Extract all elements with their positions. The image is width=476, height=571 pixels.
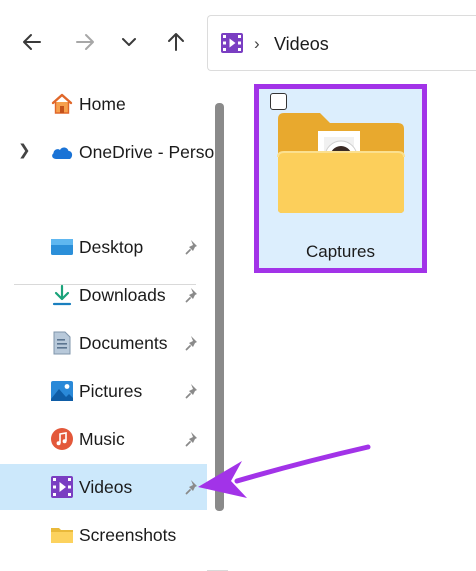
videos-icon [51, 476, 73, 498]
sidebar-item-home[interactable]: Home [0, 81, 207, 127]
sidebar-item-desktop[interactable]: Desktop [0, 224, 207, 270]
videos-folder-icon [221, 33, 243, 53]
pin-icon[interactable] [184, 238, 202, 256]
toolbar: › Videos [0, 0, 476, 86]
back-button[interactable] [17, 26, 47, 58]
folder-name: Captures [306, 242, 375, 261]
sidebar-item-music[interactable]: Music [0, 416, 207, 462]
arrow-left-icon [23, 34, 41, 50]
pictures-icon [51, 381, 73, 401]
sidebar-scrollbar[interactable] [215, 103, 224, 511]
sidebar-item-label: Downloads [79, 285, 166, 305]
desktop-icon [51, 239, 73, 255]
sidebar-item-label: Home [79, 94, 126, 114]
arrow-up-icon [168, 33, 184, 51]
sidebar-item-label: Pictures [79, 381, 143, 401]
sidebar-item-label: Videos [79, 477, 133, 497]
folder-with-video-icon [277, 113, 405, 213]
sidebar-item-label: Music [79, 429, 125, 449]
address-bar[interactable]: › Videos [207, 15, 476, 71]
up-button[interactable] [161, 26, 191, 58]
folder-icon [51, 528, 73, 543]
pin-icon[interactable] [184, 286, 202, 304]
sidebar-item-pictures[interactable]: Pictures [0, 368, 207, 414]
folder-tile-captures[interactable]: Captures [254, 84, 427, 273]
breadcrumb-separator: › [254, 34, 260, 53]
download-icon [52, 284, 72, 306]
forward-button[interactable] [70, 26, 100, 58]
navigation-pane: Home ❯ OneDrive - Perso Desktop Download… [0, 86, 214, 571]
sidebar-item-videos[interactable]: Videos [0, 464, 207, 510]
sidebar-item-label: Screenshots [79, 525, 177, 545]
sidebar-item-downloads[interactable]: Downloads [0, 272, 207, 318]
music-icon [51, 428, 73, 450]
sidebar-item-onedrive[interactable]: ❯ OneDrive - Perso [0, 129, 214, 175]
sidebar-item-label: OneDrive - Perso [79, 142, 215, 162]
breadcrumb-videos[interactable]: Videos [274, 34, 329, 55]
pin-icon[interactable] [184, 430, 202, 448]
pin-icon[interactable] [184, 334, 202, 352]
pin-icon[interactable] [184, 382, 202, 400]
onedrive-cloud-icon [52, 147, 73, 159]
pin-icon[interactable] [184, 478, 202, 496]
select-checkbox[interactable] [270, 93, 287, 110]
sidebar-item-label: Desktop [79, 237, 144, 257]
chevron-down-icon [122, 38, 136, 46]
sidebar-item-label: Documents [79, 333, 168, 353]
document-icon [53, 331, 71, 355]
sidebar-item-screenshots[interactable]: Screenshots [0, 512, 207, 558]
arrow-right-icon [76, 34, 94, 50]
sidebar-item-documents[interactable]: Documents [0, 320, 207, 366]
chevron-right-icon[interactable]: ❯ [18, 141, 31, 159]
recent-locations-button[interactable] [114, 26, 144, 58]
home-icon [51, 93, 73, 114]
